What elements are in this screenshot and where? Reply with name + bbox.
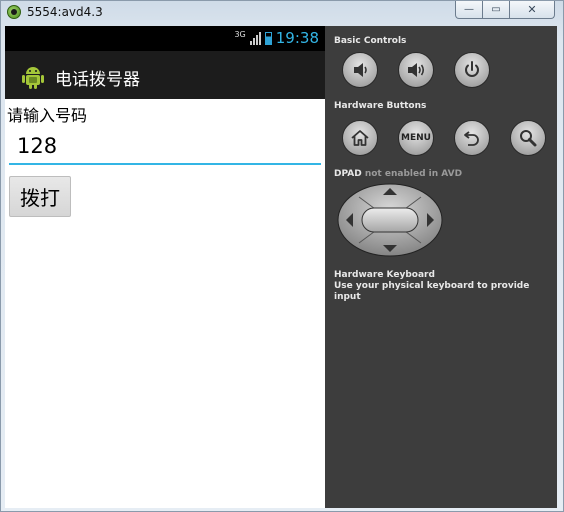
dpad-heading: DPAD not enabled in AVD: [334, 169, 462, 179]
power-icon: [465, 61, 479, 77]
menu-button-label: MENU: [401, 133, 431, 143]
volume-down-button[interactable]: [342, 52, 378, 88]
dpad-note: not enabled in AVD: [364, 169, 463, 179]
network-type: 3G: [234, 29, 246, 39]
hardware-buttons-heading: Hardware Buttons: [334, 101, 427, 111]
back-button[interactable]: [454, 120, 490, 156]
home-button[interactable]: [342, 120, 378, 156]
minimize-button[interactable]: —: [455, 1, 483, 19]
action-bar: 电话拨号器: [5, 51, 325, 99]
title-bar[interactable]: 5554:avd4.3 — ▭ ✕: [1, 1, 563, 25]
window-title: 5554:avd4.3: [27, 5, 103, 19]
power-button[interactable]: [454, 52, 490, 88]
maximize-button[interactable]: ▭: [483, 1, 510, 19]
close-button[interactable]: ✕: [510, 1, 555, 19]
keyboard-note: Use your physical keyboard to provide in…: [334, 281, 530, 302]
keyboard-heading: Hardware Keyboard: [334, 270, 435, 280]
signal-icon: [249, 31, 261, 45]
android-icon: [22, 67, 44, 89]
search-button[interactable]: [510, 120, 546, 156]
dpad-control[interactable]: [337, 183, 443, 257]
status-time: 19:38: [275, 29, 319, 47]
phone-prompt-label: 请输入号码: [7, 106, 88, 125]
volume-down-icon: [354, 63, 367, 77]
battery-icon: [264, 31, 272, 45]
emulator-window: 5554:avd4.3 — ▭ ✕ 3G 19:38 电话拨号器 请输入号码 1…: [0, 0, 564, 512]
menu-button[interactable]: MENU: [398, 120, 434, 156]
device-screen: 3G 19:38 电话拨号器 请输入号码 拨打: [5, 26, 325, 508]
phone-number-input[interactable]: [9, 129, 321, 165]
basic-controls-heading: Basic Controls: [334, 36, 407, 46]
keyboard-info: Hardware Keyboard Use your physical keyb…: [334, 270, 557, 303]
emulator-controls-panel: Basic Controls Hardware Buttons MENU DPA…: [325, 26, 557, 508]
emulator-app-icon: [7, 5, 21, 19]
app-title: 电话拨号器: [55, 70, 140, 90]
dial-button[interactable]: 拨打: [9, 176, 71, 217]
status-bar: 3G 19:38: [5, 26, 325, 51]
window-controls: — ▭ ✕: [455, 1, 555, 19]
home-icon: [351, 130, 369, 146]
volume-up-button[interactable]: [398, 52, 434, 88]
back-icon: [464, 131, 479, 146]
dpad-title: DPAD: [334, 169, 362, 179]
search-icon: [520, 130, 537, 147]
volume-up-icon: [408, 63, 425, 77]
